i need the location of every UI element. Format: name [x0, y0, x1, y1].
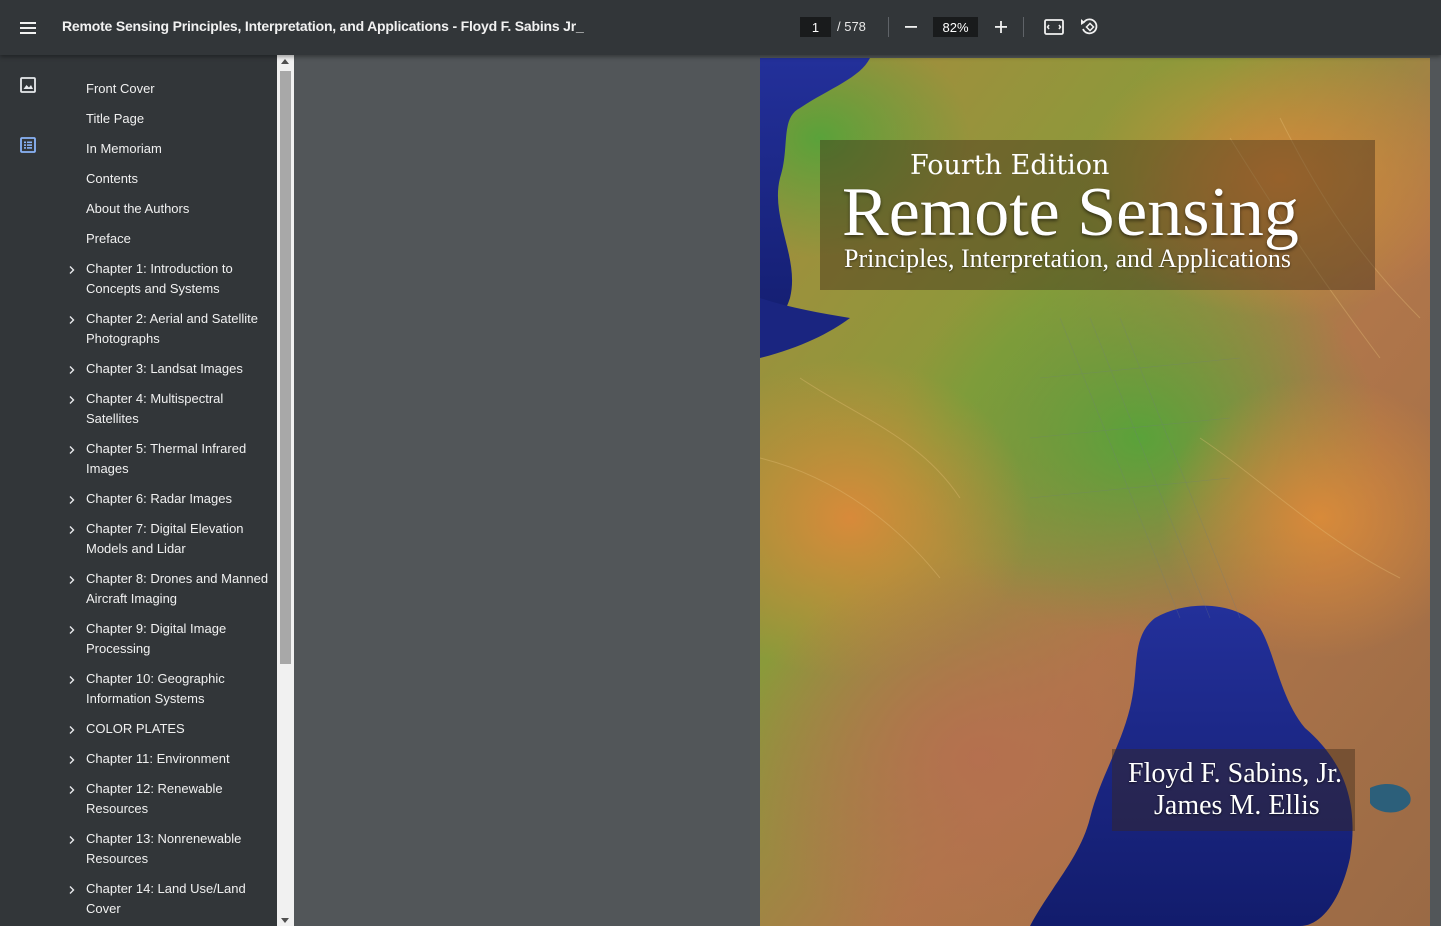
chevron-right-icon[interactable]: [66, 444, 78, 456]
chevron-right-icon[interactable]: [66, 494, 78, 506]
outline-item-label: Chapter 3: Landsat Images: [86, 361, 243, 376]
chevron-right-icon[interactable]: [66, 884, 78, 896]
thumbnail-icon[interactable]: [16, 73, 40, 97]
scroll-up-arrow-icon[interactable]: [281, 59, 289, 64]
toolbar-divider: [1023, 17, 1024, 37]
outline-item-label: In Memoriam: [86, 141, 162, 156]
outline-item-label: Chapter 13: Nonrenewable Resources: [86, 831, 242, 866]
outline-item[interactable]: Chapter 11: Environment: [86, 749, 271, 769]
outline-item-label: Contents: [86, 171, 139, 186]
outline-item[interactable]: Chapter 14: Land Use/Land Cover: [86, 879, 271, 919]
rotate-icon[interactable]: [1076, 13, 1104, 41]
outline-item-label: Title Page: [86, 111, 145, 126]
outline-item[interactable]: In Memoriam: [86, 139, 271, 159]
outline-item[interactable]: About the Authors: [86, 199, 271, 219]
chevron-right-icon[interactable]: [66, 834, 78, 846]
author-name: James M. Ellis: [1154, 790, 1320, 821]
outline-item[interactable]: Chapter 7: Digital Elevation Models and …: [86, 519, 271, 559]
chevron-right-icon[interactable]: [66, 264, 78, 276]
outline-item[interactable]: Chapter 4: Multispectral Satellites: [86, 389, 271, 429]
book-title: Remote Sensing: [842, 174, 1299, 251]
outline-item[interactable]: Chapter 8: Drones and Manned Aircraft Im…: [86, 569, 271, 609]
outline-item-label: About the Authors: [86, 201, 190, 216]
outline-item-label: Chapter 12: Renewable Resources: [86, 781, 223, 816]
outline-item[interactable]: Chapter 3: Landsat Images: [86, 359, 271, 379]
chevron-right-icon[interactable]: [66, 754, 78, 766]
outline-item[interactable]: Chapter 12: Renewable Resources: [86, 779, 271, 819]
outline-item[interactable]: Chapter 10: Geographic Information Syste…: [86, 669, 271, 709]
outline-item[interactable]: Title Page: [86, 109, 271, 129]
outline-item-label: Chapter 11: Environment: [86, 751, 230, 766]
toolbar: Remote Sensing Principles, Interpretatio…: [0, 0, 1441, 55]
outline-item-label: Chapter 6: Radar Images: [86, 491, 232, 506]
scroll-thumb[interactable]: [280, 71, 291, 664]
chevron-right-icon[interactable]: [66, 784, 78, 796]
chevron-right-icon[interactable]: [66, 394, 78, 406]
outline-item-label: Chapter 8: Drones and Manned Aircraft Im…: [86, 571, 269, 606]
zoom-in-icon[interactable]: [987, 13, 1015, 41]
toolbar-divider: [888, 17, 889, 37]
outline-item[interactable]: Chapter 5: Thermal Infrared Images: [86, 439, 271, 479]
outline-item[interactable]: Chapter 2: Aerial and Satellite Photogra…: [86, 309, 271, 349]
outline-item[interactable]: Chapter 13: Nonrenewable Resources: [86, 829, 271, 869]
document-outline: Front Cover Title Page In Memoriam Conte…: [56, 55, 277, 926]
chevron-right-icon[interactable]: [66, 364, 78, 376]
outline-item-label: Front Cover: [86, 81, 155, 96]
zoom-out-icon[interactable]: [897, 13, 925, 41]
book-subtitle: Principles, Interpretation, and Applicat…: [844, 244, 1291, 273]
outline-item-label: Preface: [86, 231, 131, 246]
menu-icon[interactable]: [14, 14, 42, 42]
outline-scrollbar[interactable]: [277, 55, 294, 926]
chevron-right-icon[interactable]: [66, 624, 78, 636]
outline-item[interactable]: Chapter 1: Introduction to Concepts and …: [86, 259, 271, 299]
outline-item-label: Chapter 2: Aerial and Satellite Photogra…: [86, 311, 258, 346]
chevron-right-icon[interactable]: [66, 724, 78, 736]
fit-page-icon[interactable]: [1040, 13, 1068, 41]
outline-item-label: Chapter 14: Land Use/Land Cover: [86, 881, 246, 916]
outline-item[interactable]: Chapter 6: Radar Images: [86, 489, 271, 509]
outline-item[interactable]: Front Cover: [86, 79, 271, 99]
scroll-down-arrow-icon[interactable]: [281, 918, 289, 923]
page-number-input[interactable]: [800, 17, 831, 37]
chevron-right-icon[interactable]: [66, 674, 78, 686]
outline-item-label: Chapter 4: Multispectral Satellites: [86, 391, 224, 426]
zoom-input[interactable]: [933, 17, 978, 37]
outline-item-label: Chapter 9: Digital Image Processing: [86, 621, 227, 656]
outline-item-label: Chapter 7: Digital Elevation Models and …: [86, 521, 244, 556]
pdf-page: Fourth Edition Remote Sensing Principles…: [760, 58, 1430, 926]
outline-item[interactable]: Preface: [86, 229, 271, 249]
chevron-right-icon[interactable]: [66, 314, 78, 326]
chevron-right-icon[interactable]: [66, 524, 78, 536]
author-name: Floyd F. Sabins, Jr.: [1128, 758, 1343, 789]
sidebar-rail: [0, 55, 56, 926]
outline-item-label: Chapter 5: Thermal Infrared Images: [86, 441, 247, 476]
outline-item-label: COLOR PLATES: [86, 721, 185, 736]
outline-item-label: Chapter 10: Geographic Information Syste…: [86, 671, 225, 706]
outline-icon[interactable]: [16, 133, 40, 157]
chevron-right-icon[interactable]: [66, 574, 78, 586]
outline-item[interactable]: COLOR PLATES: [86, 719, 271, 739]
document-title: Remote Sensing Principles, Interpretatio…: [62, 18, 584, 34]
outline-item-label: Chapter 1: Introduction to Concepts and …: [86, 261, 233, 296]
page-total: / 578: [837, 19, 866, 34]
outline-item[interactable]: Chapter 9: Digital Image Processing: [86, 619, 271, 659]
outline-item[interactable]: Contents: [86, 169, 271, 189]
